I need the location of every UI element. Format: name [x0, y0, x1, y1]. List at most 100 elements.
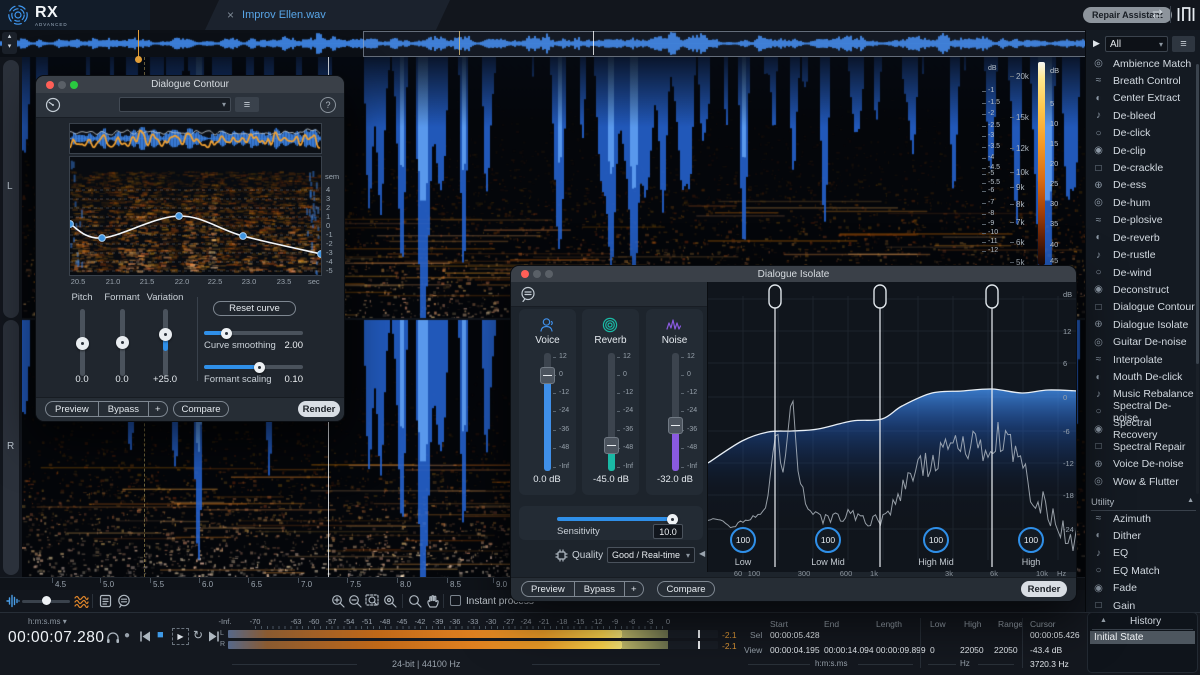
isolate-spectrum[interactable] — [707, 282, 1077, 572]
pitch-curve-overlay[interactable] — [70, 157, 321, 275]
utility-section-header[interactable]: Utility ▲ — [1091, 497, 1196, 511]
high-mid-band-knob[interactable]: 100 — [923, 527, 949, 553]
chevron-up-icon[interactable]: ▴ — [8, 33, 12, 40]
close-window-button[interactable] — [46, 81, 54, 89]
preset-menu-button[interactable]: ≡ — [235, 97, 259, 112]
noise-fader-thumb[interactable] — [668, 417, 683, 434]
zoom-out-icon[interactable] — [348, 594, 362, 608]
sidebar-item-dialogue-isolate[interactable]: ⊕Dialogue Isolate — [1092, 316, 1196, 333]
spectrogram-colorbar[interactable] — [1038, 62, 1045, 265]
clip-list-icon[interactable] — [99, 594, 112, 608]
overview-strip[interactable]: ▴ ▾ — [0, 30, 1200, 57]
preview-button[interactable]: Preview — [522, 582, 574, 596]
close-tab-icon[interactable]: × — [227, 8, 234, 22]
sidebar-item-dialogue-contour[interactable]: □Dialogue Contour — [1092, 299, 1196, 316]
module-filter-dropdown[interactable]: All ▾ — [1105, 36, 1168, 52]
low-mid-band-knob[interactable]: 100 — [815, 527, 841, 553]
minimize-window-button[interactable] — [58, 81, 66, 89]
chevron-down-icon[interactable]: ▾ — [63, 617, 67, 626]
compare-button[interactable]: Compare — [173, 401, 229, 417]
overview-selection[interactable] — [363, 31, 1092, 57]
zoom-reset-icon[interactable] — [383, 594, 397, 608]
reset-curve-button[interactable]: Reset curve — [213, 301, 296, 316]
sidebar-item-de-crackle[interactable]: □De-crackle — [1092, 160, 1196, 177]
sidebar-item-spectral-repair[interactable]: □Spectral Repair — [1092, 438, 1196, 455]
collapse-panel-icon[interactable]: ◀ — [699, 549, 705, 558]
quality-dropdown[interactable]: Good / Real-time ▾ — [607, 547, 695, 563]
contour-waveform-canvas[interactable] — [70, 124, 321, 153]
sidebar-item-dither[interactable]: ◐Dither — [1092, 527, 1196, 544]
sidebar-item-de-wind[interactable]: ○De-wind — [1092, 264, 1196, 281]
preview-button[interactable]: Preview — [46, 402, 98, 416]
file-tab[interactable]: × Improv Ellen.wav — [205, 0, 450, 30]
sidebar-item-voice-de-noise[interactable]: ⊕Voice De-noise — [1092, 456, 1196, 473]
close-window-button[interactable] — [521, 270, 529, 278]
grab-tool-icon[interactable] — [426, 594, 440, 608]
sidebar-item-de-bleed[interactable]: ♪De-bleed — [1092, 107, 1196, 124]
add-preview-button[interactable]: + — [624, 582, 643, 596]
reference-sync-icon[interactable]: ⇄ — [1152, 6, 1163, 22]
sidebar-item-azimuth[interactable]: ≈Azimuth — [1092, 510, 1196, 527]
sidebar-item-breath-control[interactable]: ≈Breath Control — [1092, 72, 1196, 89]
reverb-fader-thumb[interactable] — [604, 437, 619, 454]
sidebar-item-de-plosive[interactable]: ≈De-plosive — [1092, 212, 1196, 229]
sidebar-scrollbar[interactable] — [1196, 64, 1199, 494]
zoom-in-icon[interactable] — [331, 594, 345, 608]
sidebar-item-wow-flutter[interactable]: ◎Wow & Flutter — [1092, 473, 1196, 490]
meter-bar-l[interactable] — [228, 630, 718, 638]
go-to-start-button[interactable] — [139, 631, 151, 642]
variation-thumb[interactable] — [159, 328, 172, 341]
sidebar-item-ambience-match[interactable]: ◎Ambience Match — [1092, 55, 1196, 72]
time-display[interactable]: 00:00:07.280 — [8, 629, 105, 647]
history-item[interactable]: Initial State — [1090, 631, 1195, 644]
formant-scaling-value[interactable]: 0.10 — [276, 374, 303, 385]
sensitivity-thumb[interactable] — [667, 514, 678, 525]
record-button[interactable]: ● — [124, 630, 130, 641]
loop-button[interactable]: ↻ — [193, 628, 203, 642]
monitor-icon[interactable] — [106, 631, 120, 644]
play-button[interactable]: ▶ — [172, 628, 189, 645]
sidebar-item-fade[interactable]: ◉Fade — [1092, 580, 1196, 597]
sidebar-item-spectral-recovery[interactable]: ◉Spectral Recovery — [1092, 421, 1196, 438]
sidebar-item-eq-match[interactable]: ○EQ Match — [1092, 562, 1196, 579]
compare-button[interactable]: Compare — [657, 581, 715, 597]
comments-icon[interactable] — [117, 594, 131, 608]
sidebar-play-icon[interactable]: ▶ — [1093, 38, 1100, 49]
curve-smoothing-value[interactable]: 2.00 — [276, 340, 303, 351]
overview-playhead-dot[interactable] — [135, 56, 142, 63]
go-to-end-button[interactable] — [208, 631, 220, 642]
spectrum-graph[interactable] — [708, 282, 1077, 572]
curve-smoothing-thumb[interactable] — [221, 328, 232, 339]
sensitivity-value-box[interactable]: 10.0 — [653, 524, 683, 539]
render-button[interactable]: Render — [298, 401, 340, 417]
voice-fader-thumb[interactable] — [540, 367, 555, 384]
sidebar-item-eq[interactable]: ♪EQ — [1092, 545, 1196, 562]
sidebar-item-de-hum[interactable]: ◎De-hum — [1092, 194, 1196, 211]
zoom-window-button[interactable] — [70, 81, 78, 89]
sidebar-item-de-reverb[interactable]: ◐De-reverb — [1092, 229, 1196, 246]
sidebar-item-de-clip[interactable]: ◉De-clip — [1092, 142, 1196, 159]
overview-resize-control[interactable]: ▴ ▾ — [2, 32, 17, 54]
high-band-knob[interactable]: 100 — [1018, 527, 1044, 553]
sidebar-item-de-click[interactable]: ○De-click — [1092, 125, 1196, 142]
render-button[interactable]: Render — [1021, 581, 1067, 597]
isolate-titlebar[interactable]: Dialogue Isolate — [511, 266, 1076, 282]
formant-thumb[interactable] — [116, 336, 129, 349]
bypass-button[interactable]: Bypass — [574, 582, 624, 596]
low-band-knob[interactable]: 100 — [730, 527, 756, 553]
minimize-window-button[interactable] — [533, 270, 541, 278]
spectrogram-view-icon[interactable] — [74, 594, 89, 608]
chevron-down-icon[interactable]: ▾ — [8, 43, 12, 50]
zoom-window-button[interactable] — [545, 270, 553, 278]
time-format-label[interactable]: h:m:s.ms ▾ — [28, 617, 67, 626]
history-collapse-icon[interactable]: ▲ — [1100, 617, 1107, 624]
add-preview-button[interactable]: + — [148, 402, 167, 416]
sidebar-item-mouth-de-click[interactable]: ◐Mouth De-click — [1092, 369, 1196, 386]
contour-titlebar[interactable]: Dialogue Contour — [36, 76, 344, 93]
instant-process-checkbox[interactable] — [450, 595, 461, 606]
bypass-button[interactable]: Bypass — [98, 402, 148, 416]
pitch-thumb[interactable] — [76, 337, 89, 350]
sidebar-item-de-rustle[interactable]: ♪De-rustle — [1092, 247, 1196, 264]
magnify-tool-icon[interactable] — [408, 594, 422, 608]
sidebar-item-interpolate[interactable]: ≈Interpolate — [1092, 351, 1196, 368]
